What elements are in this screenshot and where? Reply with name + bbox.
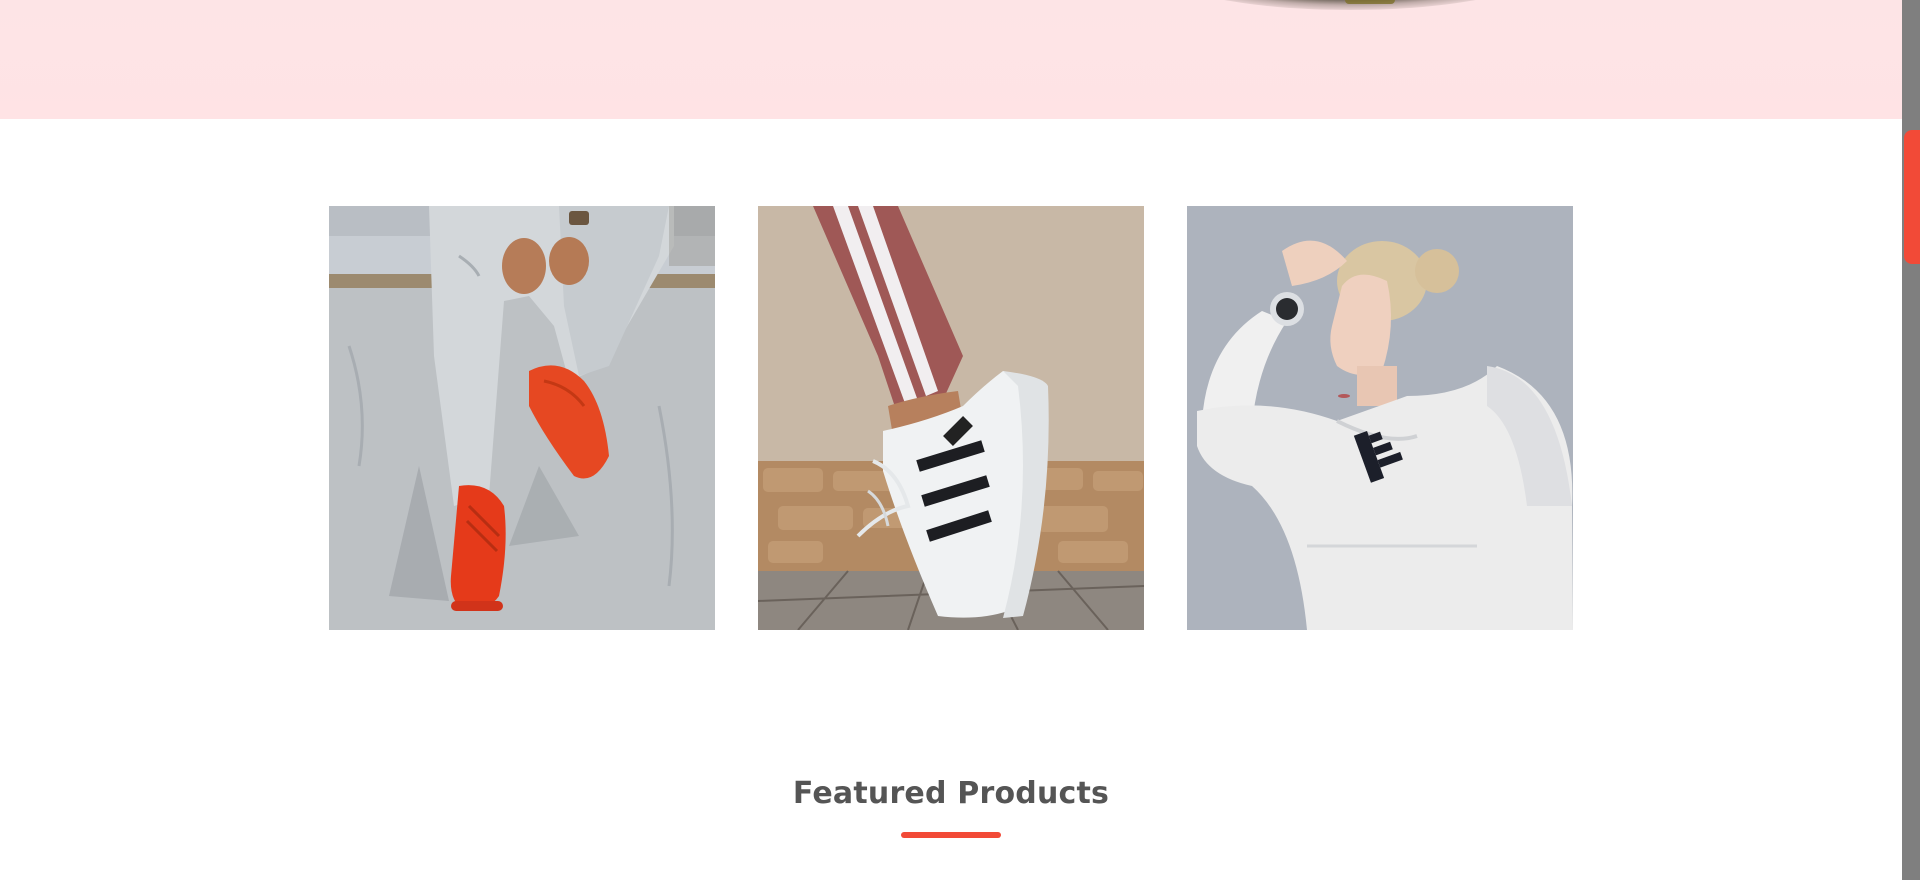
gallery-tile-white-hoodie[interactable] [1187,206,1573,630]
white-sneaker-photo [758,206,1144,630]
gallery-tile-white-sneaker[interactable] [758,206,1144,630]
red-sneakers-photo [329,206,715,630]
featured-products-title: Featured Products [792,776,1110,811]
gallery-grid [0,206,1902,630]
white-hoodie-photo [1187,206,1573,630]
scrollbar-thumb[interactable] [1904,130,1920,264]
page-scrollbar[interactable] [1902,0,1920,880]
gallery-tile-red-sneakers[interactable] [329,206,715,630]
hero-banner [0,0,1902,119]
hero-shoe-detail [1345,0,1395,4]
title-underline [901,832,1001,838]
